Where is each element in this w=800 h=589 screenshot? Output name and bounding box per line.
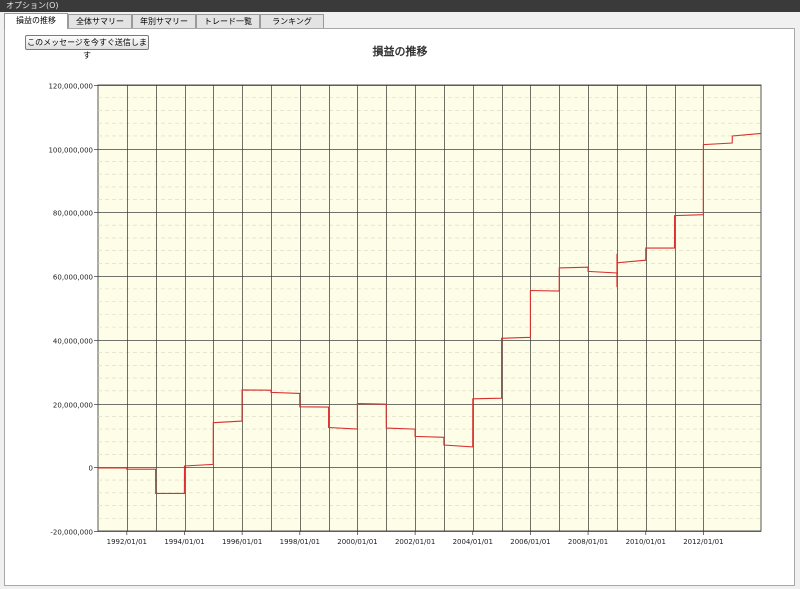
x-tick-label: 2004/01/01 <box>453 538 493 546</box>
y-tick-label: 120,000,000 <box>48 83 93 91</box>
x-tick-label: 1996/01/01 <box>222 538 262 546</box>
y-tick-label: 60,000,000 <box>53 274 93 282</box>
x-tick-label: 2006/01/01 <box>510 538 550 546</box>
plot-area <box>97 84 762 532</box>
x-tick-label: 1992/01/01 <box>107 538 147 546</box>
y-tick-label: 100,000,000 <box>48 147 93 155</box>
y-tick-label: 0 <box>89 465 93 473</box>
x-tick-label: 2010/01/01 <box>626 538 666 546</box>
y-tick-label: 80,000,000 <box>53 210 93 218</box>
x-tick-label: 2008/01/01 <box>568 538 608 546</box>
y-tick-label: 20,000,000 <box>53 402 93 410</box>
pnl-chart: -20,000,000 0 20,000,000 40,000,000 60,000,0… <box>48 83 762 546</box>
tab-pnl-history[interactable]: 損益の推移 <box>4 13 68 29</box>
x-tick-label: 2012/01/01 <box>683 538 723 546</box>
x-tick-label: 2002/01/01 <box>395 538 435 546</box>
y-tick-label: -20,000,000 <box>50 529 93 537</box>
x-tick-label: 2000/01/01 <box>337 538 377 546</box>
y-tick-label: 40,000,000 <box>53 338 93 346</box>
send-message-button[interactable]: このメッセージを今すぐ送信します <box>25 35 149 60</box>
x-tick-label: 1998/01/01 <box>280 538 320 546</box>
x-tick-label: 1994/01/01 <box>164 538 204 546</box>
